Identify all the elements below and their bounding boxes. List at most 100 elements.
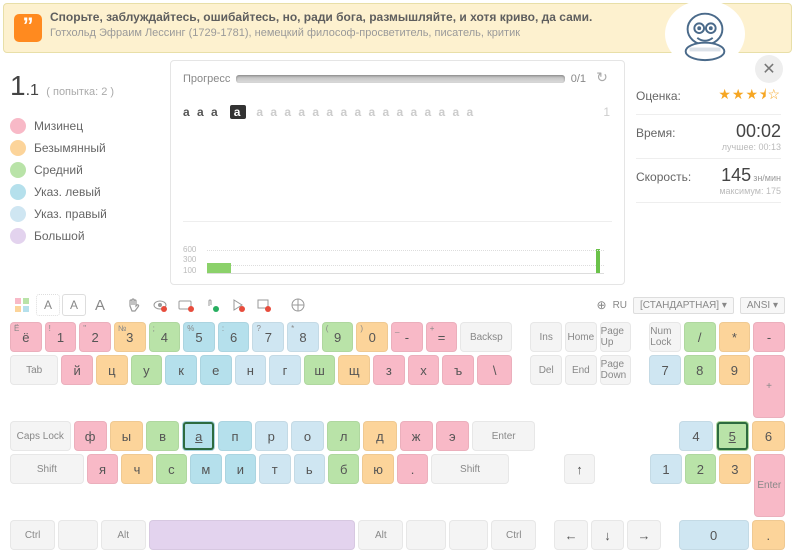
key[interactable]: ю (362, 454, 393, 484)
key[interactable]: в (146, 421, 179, 451)
key[interactable]: 0 (679, 520, 749, 550)
char-a-solid-icon[interactable]: А (62, 294, 86, 316)
key[interactable]: Shift (431, 454, 508, 484)
key[interactable]: г (269, 355, 301, 385)
key[interactable]: ↑ (564, 454, 595, 484)
key[interactable] (406, 520, 445, 550)
eye-off-icon[interactable] (148, 294, 172, 316)
key[interactable]: → (627, 520, 660, 550)
audio-globe-icon[interactable] (286, 294, 310, 316)
key[interactable]: ч (121, 454, 152, 484)
key[interactable]: 8 (684, 355, 716, 385)
key[interactable]: 4; (149, 322, 181, 352)
key[interactable]: ъ (442, 355, 474, 385)
key[interactable]: ь (294, 454, 325, 484)
key[interactable]: 6: (218, 322, 250, 352)
key[interactable]: 3№ (114, 322, 146, 352)
key[interactable]: ф (74, 421, 107, 451)
char-a-plain-icon[interactable]: А (88, 294, 112, 316)
key[interactable]: Home (565, 322, 597, 352)
key[interactable]: б (328, 454, 359, 484)
color-scheme-icon[interactable] (10, 294, 34, 316)
key[interactable]: Page Up (600, 322, 632, 352)
key[interactable]: -_ (391, 322, 423, 352)
key[interactable]: 0) (356, 322, 388, 352)
key[interactable]: Del (530, 355, 562, 385)
key[interactable]: Alt (358, 520, 403, 550)
key[interactable]: п (218, 421, 251, 451)
key[interactable]: Caps Lock (10, 421, 71, 451)
reload-button[interactable]: ↻ (592, 69, 612, 89)
key[interactable]: ы (110, 421, 143, 451)
key[interactable]: + (753, 355, 785, 418)
key[interactable]: * (719, 322, 751, 352)
key[interactable]: с (156, 454, 187, 484)
key[interactable]: 1 (650, 454, 681, 484)
key[interactable]: ц (96, 355, 128, 385)
key[interactable]: 3 (719, 454, 750, 484)
key[interactable]: / (684, 322, 716, 352)
char-a-dotted-icon[interactable]: А (36, 294, 60, 316)
key[interactable]: Enter (472, 421, 535, 451)
key[interactable]: Ins (530, 322, 562, 352)
key[interactable]: ш (304, 355, 336, 385)
key[interactable]: - (753, 322, 785, 352)
key[interactable]: 7 (649, 355, 681, 385)
key[interactable]: 5 (716, 421, 749, 451)
key[interactable]: 2 (685, 454, 716, 484)
key[interactable] (449, 520, 488, 550)
key[interactable]: н (235, 355, 267, 385)
key[interactable]: =+ (426, 322, 458, 352)
key[interactable]: ёЁ (10, 322, 42, 352)
key[interactable]: т (259, 454, 290, 484)
key[interactable]: 2" (79, 322, 111, 352)
layout-dropdown[interactable]: [СТАНДАРТНАЯ] ▾ (633, 297, 734, 314)
key[interactable]: х (408, 355, 440, 385)
hand-stop-icon[interactable] (122, 294, 146, 316)
key[interactable]: я (87, 454, 118, 484)
key[interactable]: 9 (719, 355, 751, 385)
ansi-dropdown[interactable]: ANSI ▾ (740, 297, 785, 314)
key[interactable]: й (61, 355, 93, 385)
key[interactable]: \ (477, 355, 512, 385)
key[interactable]: End (565, 355, 597, 385)
key[interactable]: д (363, 421, 396, 451)
key[interactable]: к (165, 355, 197, 385)
key[interactable]: р (255, 421, 288, 451)
key[interactable]: Page Down (600, 355, 632, 385)
play-off-icon[interactable] (226, 294, 250, 316)
key[interactable]: Tab (10, 355, 58, 385)
key[interactable]: . (397, 454, 428, 484)
key[interactable]: 1! (45, 322, 77, 352)
key[interactable]: о (291, 421, 324, 451)
key[interactable]: ← (554, 520, 587, 550)
key[interactable]: 6 (752, 421, 785, 451)
key[interactable]: Ctrl (491, 520, 536, 550)
key[interactable]: 8* (287, 322, 319, 352)
key[interactable]: Backsp (460, 322, 512, 352)
key[interactable]: л (327, 421, 360, 451)
key[interactable]: Shift (10, 454, 84, 484)
key[interactable]: Ctrl (10, 520, 55, 550)
key[interactable] (149, 520, 355, 550)
key[interactable]: 7? (252, 322, 284, 352)
key[interactable]: е (200, 355, 232, 385)
screen-off-icon[interactable] (252, 294, 276, 316)
key[interactable]: и (225, 454, 256, 484)
key[interactable]: ж (400, 421, 433, 451)
key[interactable]: а (182, 421, 215, 451)
key[interactable]: э (436, 421, 469, 451)
key[interactable]: Num Lock (649, 322, 681, 352)
key[interactable]: ↓ (591, 520, 624, 550)
key[interactable]: Alt (101, 520, 146, 550)
keyboard-off-icon[interactable] (174, 294, 198, 316)
key[interactable]: з (373, 355, 405, 385)
key[interactable]: Enter (754, 454, 785, 517)
key[interactable]: у (131, 355, 163, 385)
key[interactable] (58, 520, 97, 550)
key[interactable]: щ (338, 355, 370, 385)
key[interactable]: 4 (679, 421, 712, 451)
key[interactable]: 9( (322, 322, 354, 352)
key[interactable]: 5% (183, 322, 215, 352)
key[interactable]: . (752, 520, 785, 550)
